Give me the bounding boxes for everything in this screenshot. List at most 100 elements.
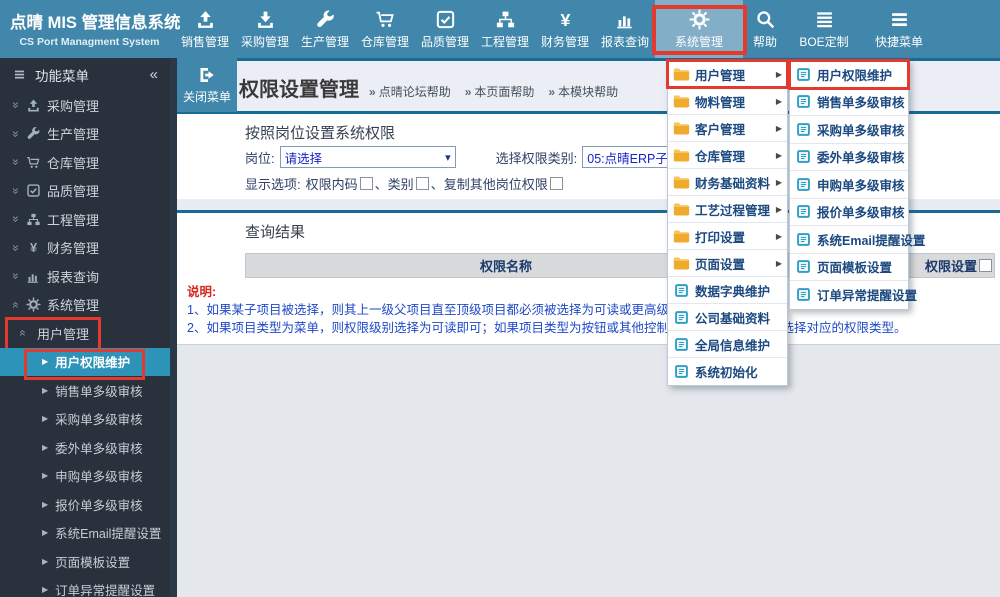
checkbox-category[interactable] <box>415 177 429 190</box>
menu-item-warehouse-management[interactable]: 仓库管理 ▶ <box>668 142 787 169</box>
menu-item-label: 仓库管理 <box>695 149 746 164</box>
folder-icon <box>673 256 690 271</box>
menu-item-print-settings[interactable]: 打印设置 ▶ <box>668 223 787 250</box>
menu-item-user-permission-maintenance[interactable]: 用户权限维护 <box>788 59 910 89</box>
cart-icon <box>375 9 396 30</box>
menu-item-data-dictionary-maintenance[interactable]: 数据字典维护 <box>668 277 787 304</box>
svg-text:¥: ¥ <box>30 240 38 255</box>
menu-item-global-info-maintenance[interactable]: 全局信息维护 <box>668 331 787 358</box>
nav-item-quality[interactable]: 品质管理 <box>415 0 475 58</box>
nav-item-production[interactable]: 生产管理 <box>295 0 355 58</box>
sidebar-item-label: 页面模板设置 <box>55 555 131 570</box>
menu-item-company-basic-data[interactable]: 公司基础资料 <box>668 304 787 331</box>
nav-item-help[interactable]: 帮助 <box>743 0 787 58</box>
close-menu-button[interactable]: 关闭菜单 <box>177 58 237 112</box>
menu-item-system-email-reminder-settings[interactable]: 系统Email提醒设置 <box>790 226 925 254</box>
app-title: 点晴 MIS 管理信息系统 <box>10 14 181 32</box>
sidebar-item-purchase-order-multilevel-audit[interactable]: ▶ 采购单多级审核 <box>0 405 170 434</box>
select-all-checkbox[interactable] <box>979 259 992 272</box>
sidebar-item-outsourcing-order-multilevel-audit[interactable]: ▶ 委外单多级审核 <box>0 433 170 462</box>
menu-item-label: 系统初始化 <box>695 366 758 380</box>
nav-item-warehouse[interactable]: 仓库管理 <box>355 0 415 58</box>
nav-item-boe-custom[interactable]: BOE定制 <box>787 0 861 58</box>
nav-item-system[interactable]: 系统管理 <box>652 0 747 58</box>
menu-item-customer-management[interactable]: 客户管理 ▶ <box>668 115 787 142</box>
nav-item-finance[interactable]: ¥ 财务管理 <box>535 0 595 58</box>
sidebar-item-system-email-reminder-settings[interactable]: ▶ 系统Email提醒设置 <box>0 519 170 548</box>
sidebar-item-sales-order-multilevel-audit[interactable]: ▶ 销售单多级审核 <box>0 376 170 405</box>
sidebar-item-quality[interactable]: » 品质管理 <box>0 177 170 206</box>
breadcrumb-separator: » <box>369 85 376 99</box>
doc-icon <box>795 204 812 219</box>
breadcrumb-link-0[interactable]: » 点晴论坛帮助 <box>369 83 451 100</box>
sidebar-item-quotation-order-multilevel-audit[interactable]: ▶ 报价单多级审核 <box>0 490 170 519</box>
sidebar-item-label: 报表查询 <box>47 269 100 285</box>
checkbox-copy-other-post-permission[interactable] <box>549 177 563 190</box>
menu-item-finance-basic-data[interactable]: 财务基础资料 ▶ <box>668 169 787 196</box>
nav-item-label: 报表查询 <box>600 34 649 49</box>
sidebar-item-reports[interactable]: » 报表查询 <box>0 262 170 291</box>
menu-item-purchase-order-multilevel-audit[interactable]: 采购单多级审核 <box>790 116 908 144</box>
sidebar-splitter[interactable] <box>170 58 177 597</box>
menu-item-process-management[interactable]: 工艺过程管理 ▶ <box>668 196 787 223</box>
category-label: 选择权限类别: <box>495 150 578 166</box>
sidebar-item-engineering[interactable]: » 工程管理 <box>0 205 170 234</box>
sidebar-item-system-management[interactable]: « 系统管理 <box>0 291 170 320</box>
doc-icon <box>795 149 812 164</box>
triangle-right-icon: ▶ <box>42 528 49 538</box>
sidebar-item-page-template-settings[interactable]: ▶ 页面模板设置 <box>0 547 170 576</box>
submenu-arrow-icon: ▶ <box>775 150 782 160</box>
menu-item-system-initialization[interactable]: 系统初始化 <box>668 358 787 385</box>
nav-item-quick-menu[interactable]: 快捷菜单 <box>861 0 937 58</box>
menu-item-sales-order-multilevel-audit[interactable]: 销售单多级审核 <box>790 89 908 116</box>
breadcrumb-link-2[interactable]: » 本模块帮助 <box>548 83 618 100</box>
sidebar-collapse-icon[interactable]: « <box>150 66 158 83</box>
menu-item-material-management[interactable]: 物料管理 ▶ <box>668 88 787 115</box>
filter-section-title: 按照岗位设置系统权限 <box>245 125 396 142</box>
sidebar-item-warehouse[interactable]: » 仓库管理 <box>0 148 170 177</box>
svg-text:¥: ¥ <box>560 9 570 29</box>
nav-item-label: 工程管理 <box>480 34 529 49</box>
menu-item-label: 页面模板设置 <box>817 261 893 276</box>
menu-item-label: 系统Email提醒设置 <box>817 233 926 248</box>
menu-item-page-template-settings[interactable]: 页面模板设置 <box>790 254 908 281</box>
submenu-arrow-icon: ▶ <box>775 177 782 187</box>
doc-icon <box>795 122 812 137</box>
check-square-icon <box>26 183 41 198</box>
nav-item-engineering[interactable]: 工程管理 <box>475 0 535 58</box>
checkbox-permission-code[interactable] <box>359 177 373 190</box>
menu-item-label: 全局信息维护 <box>695 338 771 353</box>
sidebar-item-label: 采购管理 <box>47 98 100 114</box>
sidebar-item-label: 品质管理 <box>47 184 100 200</box>
nav-item-label: 采购管理 <box>240 34 289 49</box>
menu-item-order-exception-reminder-settings[interactable]: 订单异常提醒设置 <box>790 281 917 309</box>
post-select[interactable]: 请选择 ▾ <box>279 146 456 168</box>
sidebar-item-production[interactable]: » 生产管理 <box>0 120 170 149</box>
nav-item-purchase[interactable]: 采购管理 <box>235 0 295 58</box>
sidebar-item-finance[interactable]: » ¥ 财务管理 <box>0 234 170 263</box>
menu-item-page-settings[interactable]: 页面设置 ▶ <box>668 250 787 277</box>
sidebar-item-order-exception-reminder-settings[interactable]: ▶ 订单异常提醒设置 <box>0 576 170 597</box>
breadcrumb-link-1[interactable]: » 本页面帮助 <box>465 83 535 100</box>
expand-chevron-icon: » <box>9 244 23 252</box>
nav-item-sales[interactable]: 销售管理 <box>175 0 235 58</box>
menu-item-requisition-order-multilevel-audit[interactable]: 申购单多级审核 <box>790 171 908 199</box>
menu-item-label: 用户管理 <box>695 68 746 83</box>
menu-item-user-management[interactable]: 用户管理 ▶ <box>666 59 789 89</box>
menu-item-outsourcing-order-multilevel-audit[interactable]: 委外单多级审核 <box>790 144 908 171</box>
wrench-icon <box>315 9 336 30</box>
sidebar-item-label: 用户管理 <box>37 326 90 342</box>
yen-icon: ¥ <box>555 9 576 30</box>
nav-item-reports[interactable]: 报表查询 <box>595 0 655 58</box>
menu-item-quotation-order-multilevel-audit[interactable]: 报价单多级审核 <box>790 199 908 226</box>
list-icon <box>814 9 835 30</box>
sidebar-item-user-management[interactable]: « 用户管理 <box>0 317 170 353</box>
submenu-arrow-icon: ▶ <box>775 231 782 241</box>
sidebar-item-label: 销售单多级审核 <box>55 384 143 399</box>
sidebar-item-purchase[interactable]: » 采购管理 <box>0 91 170 120</box>
sidebar-item-label: 系统管理 <box>47 298 100 314</box>
triangle-right-icon: ▶ <box>42 414 49 424</box>
upload-icon <box>26 98 41 113</box>
sidebar-item-requisition-order-multilevel-audit[interactable]: ▶ 申购单多级审核 <box>0 462 170 491</box>
sidebar-item-user-permission-maintenance[interactable]: ▶ 用户权限维护 <box>0 347 170 379</box>
